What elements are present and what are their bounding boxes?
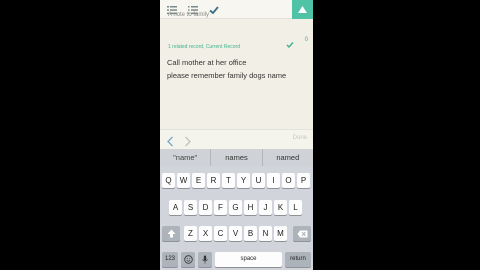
key-a[interactable]: A <box>169 200 182 215</box>
key-u[interactable]: U <box>252 173 265 188</box>
suggestion-item[interactable]: names <box>211 149 263 166</box>
note-text-line[interactable]: please remember family dogs name <box>167 71 286 80</box>
delete-icon <box>297 230 308 240</box>
emoji-icon <box>183 255 193 266</box>
space-key[interactable]: space <box>215 252 282 267</box>
shift-key[interactable] <box>162 226 180 241</box>
autocorrect-bar: "name" names named <box>160 149 313 166</box>
key-v[interactable]: V <box>229 226 242 241</box>
key-s[interactable]: S <box>184 200 197 215</box>
key-e[interactable]: E <box>192 173 205 188</box>
key-n[interactable]: N <box>259 226 272 241</box>
key-g[interactable]: G <box>229 200 242 215</box>
key-p[interactable]: P <box>297 173 310 188</box>
key-z[interactable]: Z <box>184 226 197 241</box>
shift-icon <box>167 229 176 240</box>
key-c[interactable]: C <box>214 226 227 241</box>
related-record-link[interactable]: 1 related record, Current Record <box>168 44 240 50</box>
return-key[interactable]: return <box>285 252 311 267</box>
keyboard: Q W E R T Y U I O P A S D F G H J K L Z … <box>160 166 313 270</box>
checkmark-icon <box>286 36 294 54</box>
key-f[interactable]: F <box>214 200 227 215</box>
key-b[interactable]: B <box>244 226 257 241</box>
key-x[interactable]: X <box>199 226 212 241</box>
keyboard-accessory-bar: Done <box>160 129 313 149</box>
numbers-key[interactable]: 123 <box>162 252 178 267</box>
suggestion-item[interactable]: "name" <box>160 149 212 166</box>
note-text-line[interactable]: Call mother at her office <box>167 58 246 67</box>
key-q[interactable]: Q <box>162 173 175 188</box>
record-count: 0 <box>304 37 308 43</box>
delete-key[interactable] <box>293 226 311 241</box>
microphone-icon <box>201 255 209 267</box>
key-k[interactable]: K <box>274 200 287 215</box>
key-d[interactable]: D <box>199 200 212 215</box>
emoji-key[interactable] <box>181 252 195 267</box>
suggestion-item[interactable]: named <box>263 149 313 166</box>
done-button[interactable]: Done <box>293 135 307 141</box>
key-j[interactable]: J <box>259 200 272 215</box>
collapse-button[interactable] <box>292 0 313 19</box>
key-h[interactable]: H <box>244 200 257 215</box>
previous-line-text: A note to family <box>168 12 210 18</box>
key-y[interactable]: Y <box>237 173 250 188</box>
key-w[interactable]: W <box>177 173 190 188</box>
key-o[interactable]: O <box>282 173 295 188</box>
phone-screen: A note to family 1 related record, Curre… <box>160 0 313 270</box>
key-l[interactable]: L <box>289 200 302 215</box>
key-r[interactable]: R <box>207 173 220 188</box>
key-t[interactable]: T <box>222 173 235 188</box>
key-i[interactable]: I <box>267 173 280 188</box>
checkmark-icon[interactable] <box>208 3 220 15</box>
key-m[interactable]: M <box>274 226 287 241</box>
related-record-row[interactable]: 1 related record, Current Record 0 <box>168 35 308 50</box>
dictation-key[interactable] <box>198 252 212 267</box>
